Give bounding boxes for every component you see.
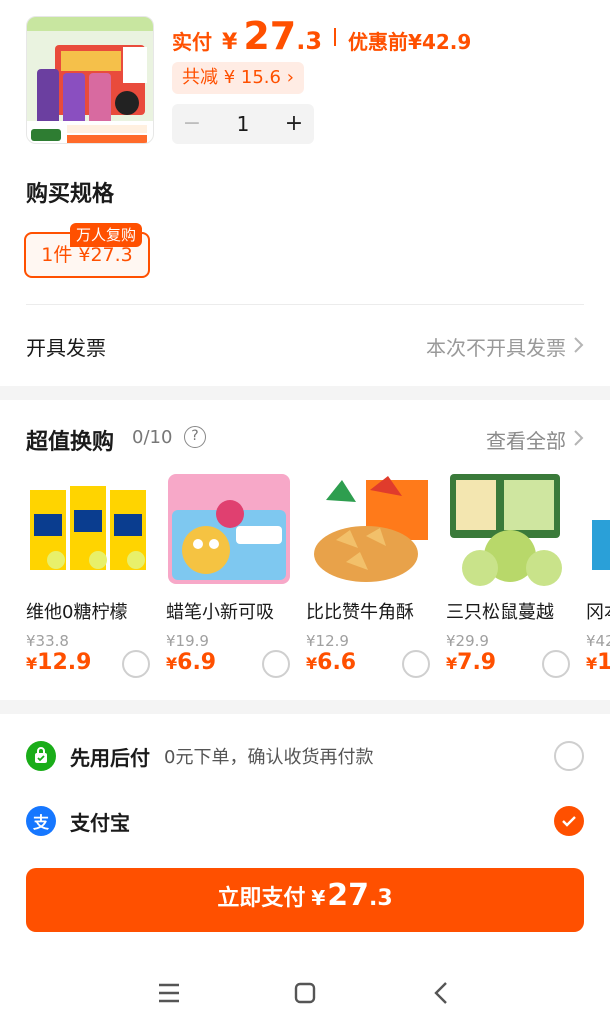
pay-button-amount-int: 27 bbox=[327, 878, 369, 913]
help-icon[interactable]: ? bbox=[184, 426, 206, 448]
pay-button-label: 立即支付 bbox=[217, 886, 306, 911]
deal-select-radio[interactable] bbox=[262, 650, 290, 678]
product-image-lemon-tea bbox=[26, 470, 152, 588]
quantity-stepper[interactable]: − 1 + bbox=[172, 104, 314, 144]
deal-original-price: ¥42 bbox=[586, 632, 610, 650]
deal-name: 维他0糖柠檬 bbox=[26, 602, 128, 623]
back-icon[interactable] bbox=[421, 973, 461, 1013]
chevron-right-icon bbox=[572, 428, 584, 452]
total-saving-badge[interactable]: 共减 ¥ 15.6 › bbox=[172, 62, 304, 94]
actual-price-integer: 27 bbox=[243, 14, 297, 58]
pay-button-currency: ¥ bbox=[311, 886, 326, 910]
product-thumbnail[interactable] bbox=[26, 16, 154, 144]
deal-select-radio[interactable] bbox=[402, 650, 430, 678]
deal-item[interactable]: 蜡笔小新可吸 ¥19.9 ¥6.9 bbox=[166, 470, 298, 680]
deal-name: 三只松鼠蔓越 bbox=[446, 602, 554, 623]
deal-name: 蜡笔小新可吸 bbox=[166, 602, 274, 623]
invoice-selector[interactable]: 本次不开具发票 bbox=[426, 332, 584, 361]
deal-original-price: ¥33.8 bbox=[26, 632, 69, 650]
increase-button[interactable]: + bbox=[274, 104, 314, 144]
deal-price: ¥6.9 bbox=[166, 650, 217, 675]
deal-original-price: ¥19.9 bbox=[166, 632, 209, 650]
alipay-name: 支付宝 bbox=[70, 810, 130, 835]
deals-count: 0/10 bbox=[132, 427, 173, 448]
deal-name: 比比赞牛角酥 bbox=[306, 602, 414, 623]
deal-price: ¥1 bbox=[586, 650, 610, 675]
spec-tag-badge: 万人复购 bbox=[70, 223, 143, 247]
deal-item[interactable]: 比比赞牛角酥 ¥12.9 ¥6.6 bbox=[306, 470, 438, 680]
deal-name: 冈本 bbox=[586, 602, 610, 623]
check-icon bbox=[562, 816, 576, 827]
price-summary: 实付 ¥ 27 .3 优惠前 ¥42.9 bbox=[172, 14, 471, 60]
see-all-label: 查看全部 bbox=[486, 429, 566, 453]
system-nav-bar bbox=[0, 960, 610, 1026]
pay-later-option[interactable]: 先用后付 0元下单，确认收货再付款 bbox=[26, 736, 584, 776]
before-discount-label: 优惠前 bbox=[348, 30, 409, 54]
section-gap bbox=[0, 386, 610, 400]
pay-later-name: 先用后付 bbox=[70, 745, 150, 770]
divider bbox=[26, 304, 584, 305]
actual-price-decimal: .3 bbox=[296, 27, 323, 55]
deal-item[interactable]: 三只松鼠蔓越 ¥29.9 ¥7.9 bbox=[446, 470, 578, 680]
alipay-icon: 支 bbox=[26, 806, 56, 836]
deal-item[interactable]: 维他0糖柠檬 ¥33.8 ¥12.9 bbox=[26, 470, 158, 680]
section-gap bbox=[0, 700, 610, 714]
actual-pay-label: 实付 bbox=[172, 30, 212, 54]
product-image-crisps bbox=[306, 470, 432, 588]
saving-text: 共减 ¥ 15.6 bbox=[182, 67, 281, 88]
alipay-radio[interactable] bbox=[554, 806, 584, 836]
invoice-value: 本次不开具发票 bbox=[426, 336, 566, 360]
product-image-mooncake bbox=[446, 470, 572, 588]
quantity-value[interactable]: 1 bbox=[212, 112, 274, 136]
pay-now-button[interactable]: 立即支付 ¥ 27 .3 bbox=[26, 868, 584, 932]
pay-later-radio[interactable] bbox=[554, 741, 584, 771]
product-image-partial bbox=[586, 470, 610, 588]
product-image-jelly bbox=[166, 470, 292, 588]
see-all-link[interactable]: 查看全部 bbox=[486, 425, 584, 454]
menu-icon[interactable] bbox=[149, 973, 189, 1013]
invoice-label: 开具发票 bbox=[26, 336, 106, 360]
pay-button-amount-dec: .3 bbox=[369, 886, 393, 911]
decrease-button[interactable]: − bbox=[172, 104, 212, 144]
chevron-right-icon bbox=[572, 335, 584, 359]
pay-later-desc: 0元下单，确认收货再付款 bbox=[164, 747, 374, 768]
alipay-option[interactable]: 支 支付宝 bbox=[26, 801, 584, 841]
spec-title: 购买规格 bbox=[26, 182, 115, 207]
deal-original-price: ¥12.9 bbox=[306, 632, 349, 650]
deal-price: ¥7.9 bbox=[446, 650, 497, 675]
chevron-right-icon: › bbox=[286, 67, 294, 88]
home-icon[interactable] bbox=[285, 973, 325, 1013]
deal-price: ¥12.9 bbox=[26, 650, 92, 675]
deal-item[interactable]: 冈本 ¥42 ¥1 bbox=[586, 470, 610, 680]
deal-original-price: ¥29.9 bbox=[446, 632, 489, 650]
deal-select-radio[interactable] bbox=[122, 650, 150, 678]
pay-later-icon bbox=[26, 741, 56, 771]
currency-symbol: ¥ bbox=[222, 30, 238, 55]
deals-title: 超值换购 bbox=[26, 430, 115, 455]
deal-price: ¥6.6 bbox=[306, 650, 357, 675]
before-discount-price: ¥42.9 bbox=[408, 30, 472, 54]
price-separator bbox=[334, 28, 337, 46]
deal-select-radio[interactable] bbox=[542, 650, 570, 678]
